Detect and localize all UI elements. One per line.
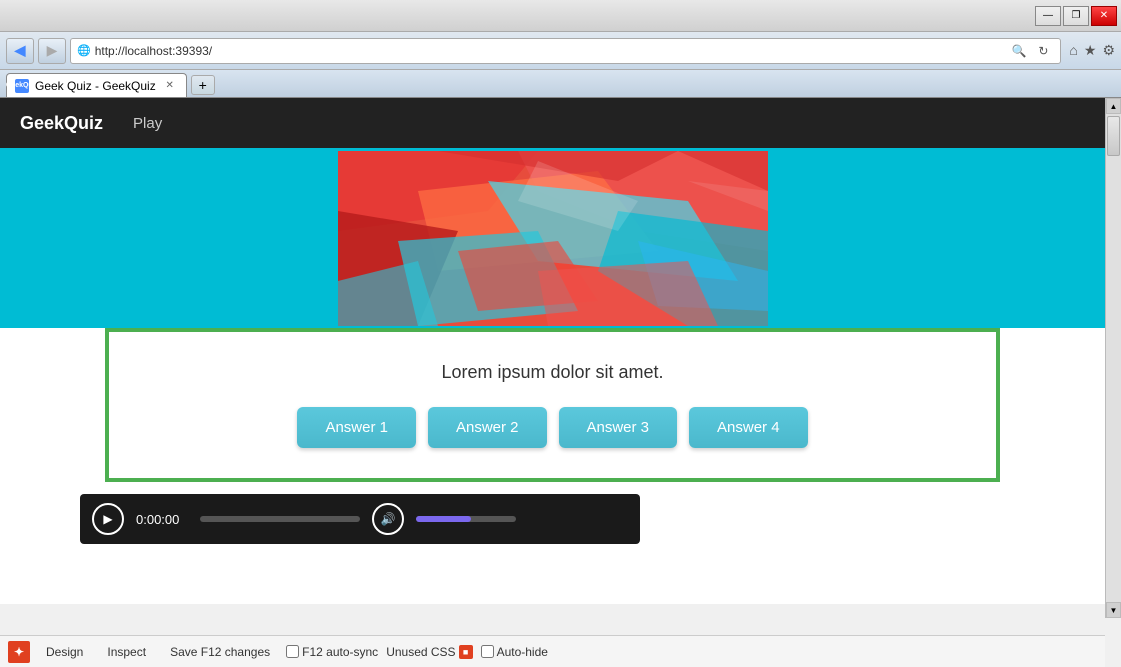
forward-button[interactable]: ▶ [38,38,66,64]
volume-button[interactable]: 🔊 [372,503,404,535]
browser-titlebar: — ❐ ✕ [0,0,1121,32]
favorites-icon[interactable]: ★ [1084,42,1097,59]
play-button[interactable]: ▶ [92,503,124,535]
f12-autosync-label: F12 auto-sync [302,645,378,659]
quiz-section: Lorem ipsum dolor sit amet. Answer 1 Ans… [105,328,1000,482]
browser-right-icons: ⌂ ★ ⚙ [1069,42,1115,59]
hero-image [338,151,768,326]
home-icon[interactable]: ⌂ [1069,42,1077,59]
app-navbar: GeekQuiz Play [0,98,1105,148]
address-text: http://localhost:39393/ [95,44,1005,58]
browser-tabbar: GeekQuiz Geek Quiz - GeekQuiz ✕ + [0,70,1121,98]
devtools-bar: ✦ Design Inspect Save F12 changes F12 au… [0,635,1105,667]
autohide-checkbox[interactable] [481,645,494,658]
address-icon: 🌐 [77,44,91,57]
hero-section [0,148,1105,328]
answer-3-button[interactable]: Answer 3 [559,407,678,448]
back-button[interactable]: ◀ [6,38,34,64]
minimize-button[interactable]: — [1035,6,1061,26]
new-tab-button[interactable]: + [191,75,215,95]
progress-bar[interactable] [200,516,360,522]
scroll-track[interactable] [1106,114,1121,602]
unused-css-badge: ■ [459,645,473,659]
address-bar[interactable]: 🌐 http://localhost:39393/ 🔍 ↻ [70,38,1061,64]
scroll-up-button[interactable]: ▲ [1106,98,1121,114]
tab-label: Geek Quiz - GeekQuiz [35,79,156,93]
close-button[interactable]: ✕ [1091,6,1117,26]
unused-css-wrapper: Unused CSS ■ [386,645,472,659]
play-icon: ▶ [103,512,112,526]
refresh-button[interactable]: ↻ [1032,40,1054,62]
media-player: ▶ 0:00:00 🔊 [80,494,640,544]
volume-bar[interactable] [416,516,516,522]
answer-2-button[interactable]: Answer 2 [428,407,547,448]
browser-navbar: ◀ ▶ 🌐 http://localhost:39393/ 🔍 ↻ ⌂ ★ ⚙ [0,32,1121,70]
autohide-checkbox-wrapper: Auto-hide [481,645,548,659]
content-wrapper: GeekQuiz Play [0,98,1105,604]
devtools-logo: ✦ [8,641,30,663]
window-controls: — ❐ ✕ [1035,6,1117,26]
main-content: Lorem ipsum dolor sit amet. Answer 1 Ans… [0,148,1105,604]
scroll-thumb[interactable] [1107,116,1120,156]
f12-autosync-checkbox-wrapper: F12 auto-sync [286,645,378,659]
time-display: 0:00:00 [136,512,188,527]
answer-4-button[interactable]: Answer 4 [689,407,808,448]
address-actions: 🔍 ↻ [1008,40,1054,62]
answer-1-button[interactable]: Answer 1 [297,407,416,448]
media-player-wrapper: ▶ 0:00:00 🔊 [0,482,1105,604]
nav-link-play[interactable]: Play [133,115,162,132]
volume-fill [416,516,471,522]
devtools-save-button[interactable]: Save F12 changes [162,643,278,661]
volume-icon: 🔊 [381,512,396,526]
tab-close-button[interactable]: ✕ [162,78,178,94]
quiz-container: Lorem ipsum dolor sit amet. Answer 1 Ans… [0,328,1105,482]
scroll-down-button[interactable]: ▼ [1106,602,1121,618]
app-brand: GeekQuiz [20,113,103,134]
tab-favicon: GeekQuiz [15,79,29,93]
restore-button[interactable]: ❐ [1063,6,1089,26]
answer-buttons: Answer 1 Answer 2 Answer 3 Answer 4 [297,407,807,448]
active-tab[interactable]: GeekQuiz Geek Quiz - GeekQuiz ✕ [6,73,187,97]
quiz-question: Lorem ipsum dolor sit amet. [441,362,663,383]
settings-icon[interactable]: ⚙ [1102,42,1115,59]
f12-autosync-checkbox[interactable] [286,645,299,658]
scrollbar: ▲ ▼ [1105,98,1121,618]
search-button[interactable]: 🔍 [1008,40,1030,62]
unused-css-label: Unused CSS [386,645,455,659]
autohide-label: Auto-hide [497,645,548,659]
devtools-inspect-button[interactable]: Inspect [99,643,154,661]
devtools-design-button[interactable]: Design [38,643,91,661]
